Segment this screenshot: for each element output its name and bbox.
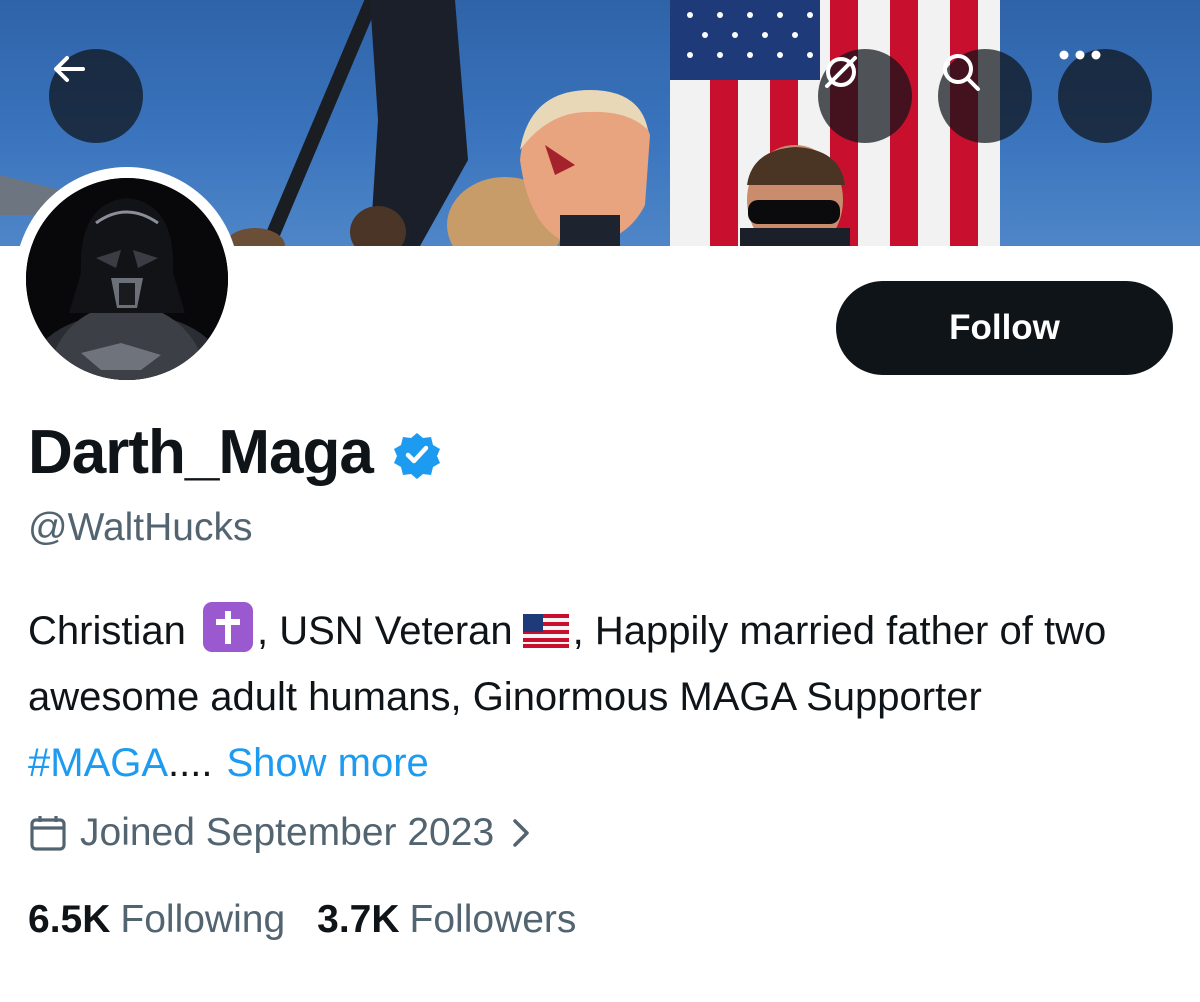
name-row: Darth_Maga	[28, 415, 441, 491]
bio-text-1: Christian	[28, 609, 186, 653]
joined-date-row[interactable]: Joined September 2023	[28, 811, 530, 855]
joined-date: Joined September 2023	[80, 811, 495, 854]
avatar[interactable]	[15, 167, 239, 391]
grok-slash-icon	[825, 56, 857, 88]
arrow-left-icon	[54, 56, 85, 82]
following-label: Following	[120, 898, 286, 941]
bio: Christian , USN Veteran, Happily married…	[28, 598, 1178, 796]
follow-stats: 6.5K Following 3.7K Followers	[28, 898, 576, 942]
latin-cross-emoji-icon	[202, 602, 253, 652]
follow-button[interactable]: Follow	[836, 281, 1173, 375]
display-name: Darth_Maga	[28, 418, 374, 487]
show-more-link[interactable]: Show more	[227, 741, 429, 785]
followers-label: Followers	[409, 898, 577, 941]
calendar-icon	[30, 816, 66, 851]
verified-badge-icon[interactable]	[393, 431, 441, 479]
grok-button[interactable]	[818, 49, 912, 143]
more-button[interactable]	[1058, 49, 1152, 143]
handle: @WaltHucks	[28, 506, 253, 549]
bio-ellipsis: ....	[168, 741, 213, 785]
following-count: 6.5K	[28, 898, 111, 941]
followers-link[interactable]: 3.7K Followers	[317, 898, 576, 942]
followers-count: 3.7K	[317, 898, 400, 941]
search-button[interactable]	[938, 49, 1032, 143]
us-flag-emoji-icon	[522, 614, 569, 648]
following-link[interactable]: 6.5K Following	[28, 898, 285, 942]
back-button[interactable]	[49, 49, 143, 143]
bio-text-2: , USN Veteran	[256, 609, 513, 653]
more-dots-icon	[1059, 50, 1101, 60]
search-icon	[943, 54, 980, 91]
chevron-right-icon	[513, 819, 529, 847]
avatar-image	[26, 178, 228, 380]
hashtag-link[interactable]: #MAGA	[28, 741, 168, 785]
